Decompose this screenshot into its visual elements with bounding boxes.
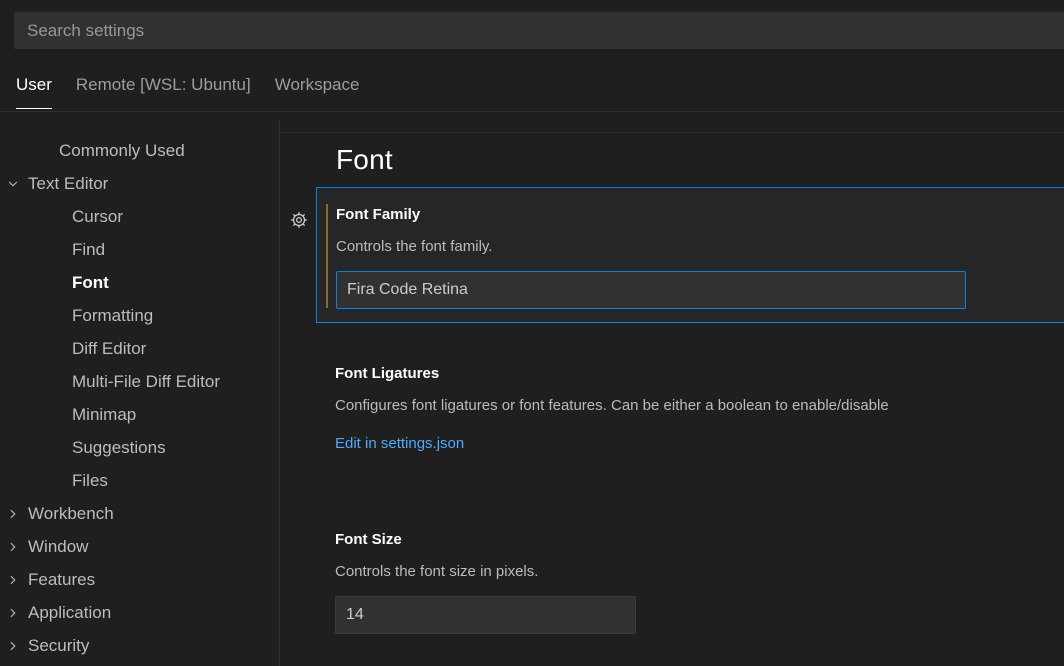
sidebar-item-application[interactable]: Application <box>0 596 280 629</box>
sidebar-item-label: Find <box>72 239 106 259</box>
font-size-input[interactable] <box>335 596 636 634</box>
setting-label-font-size: Font Size <box>335 531 402 548</box>
sidebar-item-label: Window <box>28 536 89 556</box>
sidebar-item-text-editor[interactable]: Text Editor <box>0 167 280 200</box>
sidebar-item-label: Formatting <box>72 305 154 325</box>
sidebar-item-label: Text Editor <box>28 173 109 193</box>
tab-user-label: User <box>16 75 52 94</box>
sidebar-item-label: Commonly Used <box>59 140 185 160</box>
sidebar-item-find[interactable]: Find <box>0 233 280 266</box>
chevron-right-icon[interactable] <box>6 540 24 554</box>
setting-row-font-family[interactable]: Font Family Controls the font family. <box>316 187 1064 323</box>
chevron-right-icon[interactable] <box>6 573 24 587</box>
tab-user[interactable]: User <box>16 74 64 109</box>
sidebar-item-window[interactable]: Window <box>0 530 280 563</box>
tab-remote-wsl-ubuntu[interactable]: Remote [WSL: Ubuntu] <box>76 74 263 109</box>
sidebar-item-label: Font <box>72 272 109 292</box>
font-family-input[interactable] <box>336 271 966 309</box>
sidebar-item-label: Features <box>28 569 96 589</box>
tab-remote-label: Remote [WSL: Ubuntu] <box>75 75 251 94</box>
chevron-right-icon[interactable] <box>6 507 24 521</box>
tab-workspace[interactable]: Workspace <box>275 74 372 109</box>
chevron-right-icon[interactable] <box>6 639 24 653</box>
sidebar-item-label: Files <box>72 470 108 490</box>
chevron-right-icon[interactable] <box>6 606 24 620</box>
sidebar-item-suggestions[interactable]: Suggestions <box>0 431 280 464</box>
setting-label-font-family: Font Family <box>336 206 421 223</box>
settings-scope-tabs: User Remote [WSL: Ubuntu] Workspace <box>0 60 1064 112</box>
sidebar-item-features[interactable]: Features <box>0 563 280 596</box>
sidebar-item-minimap[interactable]: Minimap <box>0 398 280 431</box>
sidebar-item-cursor[interactable]: Cursor <box>0 200 280 233</box>
page-title: Font <box>336 144 393 175</box>
sidebar-item-label: Multi-File Diff Editor <box>72 371 220 391</box>
sidebar-item-multi-file-diff-editor[interactable]: Multi-File Diff Editor <box>0 365 280 398</box>
sidebar-item-workbench[interactable]: Workbench <box>0 497 280 530</box>
sidebar-item-font[interactable]: Font <box>0 266 280 299</box>
sidebar-item-label: Cursor <box>72 206 124 226</box>
sidebar-item-label: Security <box>28 635 90 655</box>
settings-editor-pane: Font Font Family Controls the font famil… <box>280 133 1064 666</box>
chevron-down-icon[interactable] <box>6 177 24 191</box>
sidebar-item-formatting[interactable]: Formatting <box>0 299 280 332</box>
setting-description-font-ligatures: Configures font ligatures or font featur… <box>335 397 889 414</box>
sidebar-item-diff-editor[interactable]: Diff Editor <box>0 332 280 365</box>
setting-description-font-size: Controls the font size in pixels. <box>335 563 539 580</box>
setting-label-font-ligatures: Font Ligatures <box>335 365 440 382</box>
settings-category-tree: Commonly Used Text Editor Cursor Find Fo… <box>0 120 280 666</box>
search-box[interactable] <box>14 12 1064 49</box>
sidebar-item-label: Diff Editor <box>72 338 147 358</box>
gear-icon[interactable] <box>290 211 308 229</box>
modified-indicator-bar <box>326 204 328 308</box>
tab-workspace-label: Workspace <box>274 75 360 94</box>
setting-description-font-family: Controls the font family. <box>336 238 493 255</box>
setting-row-font-size[interactable]: Font Size Controls the font size in pixe… <box>316 513 1064 643</box>
sidebar-item-files[interactable]: Files <box>0 464 280 497</box>
sidebar-item-label: Application <box>28 602 112 622</box>
tabs-bottom-rule <box>0 111 1064 112</box>
setting-row-font-ligatures[interactable]: Font Ligatures Configures font ligatures… <box>316 365 1064 485</box>
sidebar-item-label: Minimap <box>72 404 137 424</box>
sidebar-item-commonly-used[interactable]: Commonly Used <box>0 134 280 167</box>
edit-in-settings-json-link[interactable]: Edit in settings.json <box>335 435 464 452</box>
settings-search-header <box>0 0 1064 60</box>
search-input[interactable] <box>15 20 1064 41</box>
sidebar-item-label: Suggestions <box>72 437 166 457</box>
sidebar-item-security[interactable]: Security <box>0 629 280 662</box>
sidebar-item-label: Workbench <box>28 503 114 523</box>
